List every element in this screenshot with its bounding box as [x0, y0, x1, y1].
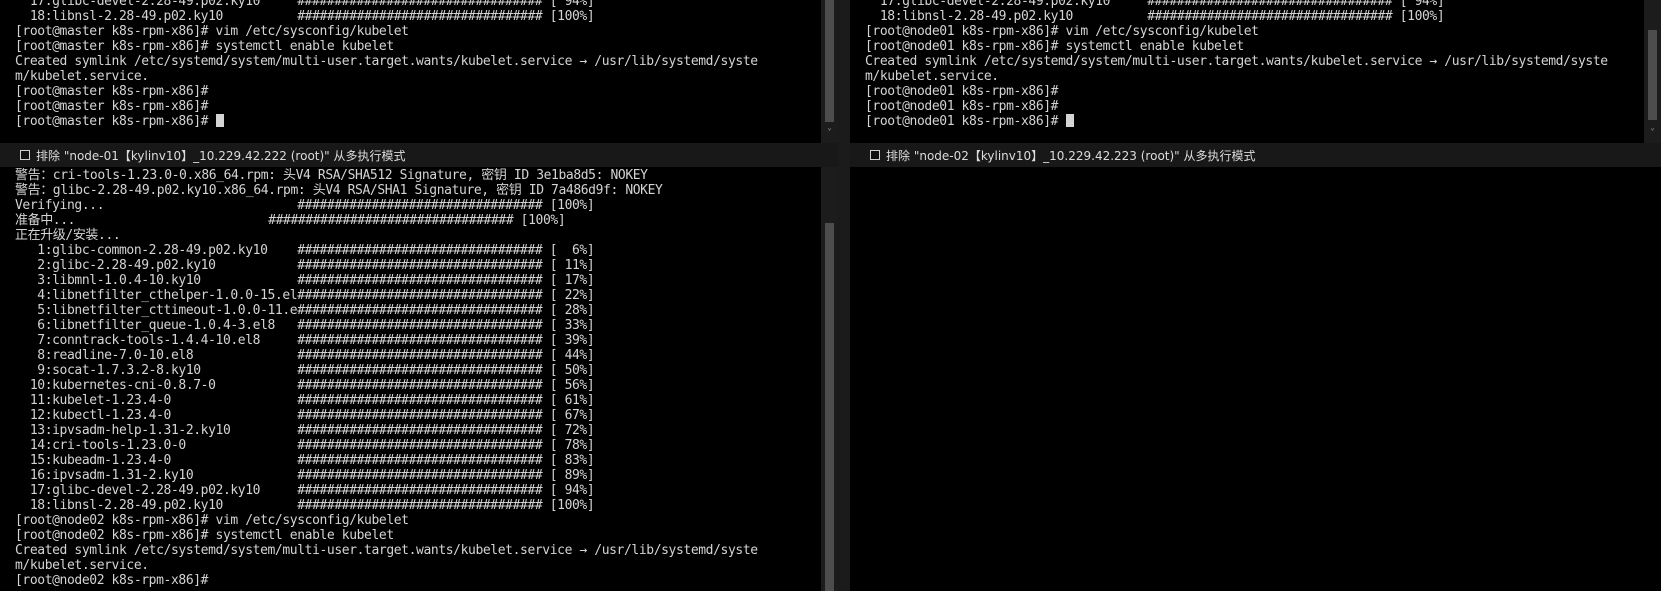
exclude-checkbox[interactable]: [870, 150, 880, 160]
terminal-line: [root@node01 k8s-rpm-x86]# systemctl ena…: [865, 39, 1244, 54]
terminal-line: [root@node01 k8s-rpm-x86]# vim /etc/sysc…: [865, 24, 1259, 39]
terminal-line: 18:libnsl-2.28-49.p02.ky10 #############…: [15, 498, 595, 513]
terminal-line: [root@master k8s-rpm-x86]#: [15, 114, 838, 129]
terminal-pane-empty[interactable]: [850, 167, 1661, 591]
terminal-line: 警告：cri-tools-1.23.0-0.x86_64.rpm: 头V4 RS…: [15, 168, 648, 183]
terminal-line: 16:ipvsadm-1.31-2.ky10 #################…: [15, 468, 595, 483]
terminal-line: 18:libnsl-2.28-49.p02.ky10 #############…: [865, 9, 1445, 24]
scroll-down-arrow-icon[interactable]: ˅: [1644, 127, 1661, 141]
terminal-line: [root@master k8s-rpm-x86]# systemctl ena…: [15, 39, 394, 54]
exclude-label[interactable]: 排除 "node-02【kylinv10】_10.229.42.223 (roo…: [886, 147, 1256, 164]
terminal-line: 13:ipvsadm-help-1.31-2.ky10 ############…: [15, 423, 595, 438]
terminal-line: Created symlink /etc/systemd/system/mult…: [15, 54, 758, 69]
terminal-line: 15:kubeadm-1.23.4-0 ####################…: [15, 453, 595, 468]
terminal-output[interactable]: 警告：cri-tools-1.23.0-0.x86_64.rpm: 头V4 RS…: [0, 168, 838, 591]
exclude-checkbox[interactable]: [20, 150, 30, 160]
terminal-line: 18:libnsl-2.28-49.p02.ky10 #############…: [15, 9, 595, 24]
scroll-thumb[interactable]: [1648, 30, 1657, 120]
terminal-line: 2:glibc-2.28-49.p02.ky10 ###############…: [15, 258, 595, 273]
terminal-pane-master[interactable]: 17:glibc-devel-2.28-49.p02.ky10 ########…: [0, 0, 838, 143]
terminal-line: m/kubelet.service.: [865, 69, 999, 84]
exclude-bar-node02: 排除 "node-02【kylinv10】_10.229.42.223 (roo…: [850, 143, 1661, 167]
scroll-thumb[interactable]: [825, 0, 834, 122]
terminal-output[interactable]: 17:glibc-devel-2.28-49.p02.ky10 ########…: [850, 0, 1661, 143]
terminal-line: 10:kubernetes-cni-0.8.7-0 ##############…: [15, 378, 595, 393]
exclude-label[interactable]: 排除 "node-01【kylinv10】_10.229.42.222 (roo…: [36, 147, 406, 164]
scroll-thumb[interactable]: [825, 223, 834, 591]
text-cursor: [215, 114, 224, 127]
terminal-line: Verifying... ###########################…: [15, 198, 595, 213]
terminal-line: 11:kubelet-1.23.4-0 ####################…: [15, 393, 595, 408]
terminal-line: [root@node02 k8s-rpm-x86]# vim /etc/sysc…: [15, 513, 409, 528]
terminal-pane-node01[interactable]: 17:glibc-devel-2.28-49.p02.ky10 ########…: [850, 0, 1661, 143]
terminal-line: [root@node02 k8s-rpm-x86]#: [15, 573, 209, 588]
scrollbar[interactable]: ˅: [821, 0, 838, 143]
terminal-output[interactable]: [850, 167, 1661, 591]
terminal-line: 14:cri-tools-1.23.0-0 ##################…: [15, 438, 595, 453]
exclude-bar-node01: 排除 "node-01【kylinv10】_10.229.42.222 (roo…: [0, 143, 838, 167]
terminal-line: 17:glibc-devel-2.28-49.p02.ky10 ########…: [865, 0, 1445, 9]
terminal-line: Created symlink /etc/systemd/system/mult…: [865, 54, 1608, 69]
terminal-line: [root@master k8s-rpm-x86]#: [15, 84, 209, 99]
terminal-line: 正在升级/安装...: [15, 228, 121, 243]
terminal-line: [root@master k8s-rpm-x86]#: [15, 99, 209, 114]
terminal-line: [root@node01 k8s-rpm-x86]#: [865, 84, 1059, 99]
terminal-line: 8:readline-7.0-10.el8 ##################…: [15, 348, 595, 363]
terminal-line: 5:libnetfilter_cttimeout-1.0.0-11.e#####…: [15, 303, 595, 318]
terminal-line: 6:libnetfilter_queue-1.0.4-3.el8 #######…: [15, 318, 595, 333]
terminal-line: 12:kubectl-1.23.4-0 ####################…: [15, 408, 595, 423]
terminal-line: 17:glibc-devel-2.28-49.p02.ky10 ########…: [15, 483, 595, 498]
terminal-line: 准备中... #################################…: [15, 213, 566, 228]
terminal-line: 警告：glibc-2.28-49.p02.ky10.x86_64.rpm: 头V…: [15, 183, 663, 198]
terminal-line: [root@node02 k8s-rpm-x86]# systemctl ena…: [15, 528, 394, 543]
terminal-line: 1:glibc-common-2.28-49.p02.ky10 ########…: [15, 243, 595, 258]
terminal-line: 7:conntrack-tools-1.4.4-10.el8 #########…: [15, 333, 595, 348]
terminal-pane-node02[interactable]: 警告：cri-tools-1.23.0-0.x86_64.rpm: 头V4 RS…: [0, 167, 838, 591]
scrollbar[interactable]: [821, 167, 838, 591]
terminal-line: [root@node01 k8s-rpm-x86]#: [865, 99, 1059, 114]
scroll-down-arrow-icon[interactable]: ˅: [821, 127, 838, 141]
terminal-line: 4:libnetfilter_cthelper-1.0.0-15.el#####…: [15, 288, 595, 303]
terminal-line: [root@master k8s-rpm-x86]# vim /etc/sysc…: [15, 24, 409, 39]
terminal-line: m/kubelet.service.: [15, 69, 149, 84]
terminal-line: Created symlink /etc/systemd/system/mult…: [15, 543, 758, 558]
terminal-line: [root@node01 k8s-rpm-x86]#: [865, 114, 1661, 129]
terminal-line: 9:socat-1.7.3.2-8.ky10 #################…: [15, 363, 595, 378]
terminal-line: 3:libmnl-1.0.4-10.ky10 #################…: [15, 273, 595, 288]
terminal-output[interactable]: 17:glibc-devel-2.28-49.p02.ky10 ########…: [0, 0, 838, 143]
terminal-line: 17:glibc-devel-2.28-49.p02.ky10 ########…: [15, 0, 595, 9]
terminal-line: m/kubelet.service.: [15, 558, 149, 573]
scrollbar[interactable]: ˅: [1644, 0, 1661, 143]
text-cursor: [1065, 114, 1074, 127]
